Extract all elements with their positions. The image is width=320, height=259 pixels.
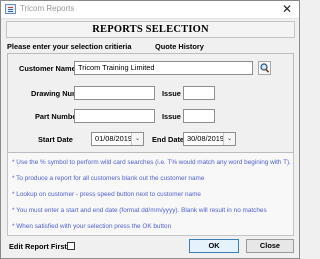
magnifier-icon	[260, 63, 270, 73]
reports-dialog: Tricom Reports ✕ REPORTS SELECTION Pleas…	[0, 0, 300, 259]
close-window-button[interactable]: ✕	[277, 1, 297, 17]
start-date-label: Start Date	[38, 135, 73, 144]
note-line: * You must enter a start and end date (f…	[12, 207, 267, 214]
customer-name-input[interactable]: Tricom Training Limited	[74, 61, 253, 75]
drawing-issue-input[interactable]	[183, 86, 215, 100]
app-icon	[5, 4, 16, 14]
part-issue-input[interactable]	[183, 109, 215, 123]
title-bar: Tricom Reports ✕	[1, 1, 299, 19]
part-number-input[interactable]	[74, 109, 155, 123]
criteria-label: Please enter your selection critieria	[7, 42, 132, 51]
ok-button[interactable]: OK	[189, 239, 239, 253]
close-button[interactable]: Close	[246, 239, 294, 253]
end-date-value: 30/08/2019	[187, 134, 224, 143]
page-title: REPORTS SELECTION	[6, 21, 295, 38]
quote-history-label: Quote History	[155, 42, 204, 51]
edit-report-first-checkbox[interactable]	[67, 242, 75, 250]
part-number-label: Part Number	[35, 112, 80, 121]
chevron-down-icon[interactable]: ⌄	[223, 133, 235, 145]
note-line: * When satisfied with your selection pre…	[12, 223, 172, 230]
edit-report-first-label: Edit Report First	[9, 242, 67, 251]
drawing-issue-label: Issue	[162, 89, 181, 98]
customer-name-label: Customer Name	[19, 64, 76, 73]
note-line: * Use the % symbol to perform wild card …	[12, 159, 291, 166]
note-line: * To produce a report for all customers …	[12, 175, 205, 182]
note-line: * Lookup on customer - press speed butto…	[12, 191, 201, 198]
start-date-value: 01/08/2019	[95, 134, 132, 143]
start-date-picker[interactable]: 01/08/2019 ⌄	[91, 132, 144, 146]
chevron-down-icon[interactable]: ⌄	[131, 133, 143, 145]
drawing-number-input[interactable]	[74, 86, 155, 100]
part-issue-label: Issue	[162, 112, 181, 121]
window-title: Tricom Reports	[20, 4, 75, 13]
end-date-label: End Date	[152, 135, 185, 144]
customer-lookup-button[interactable]	[258, 61, 271, 75]
help-notes: * Use the % symbol to perform wild card …	[7, 153, 294, 236]
end-date-picker[interactable]: 30/08/2019 ⌄	[183, 132, 236, 146]
